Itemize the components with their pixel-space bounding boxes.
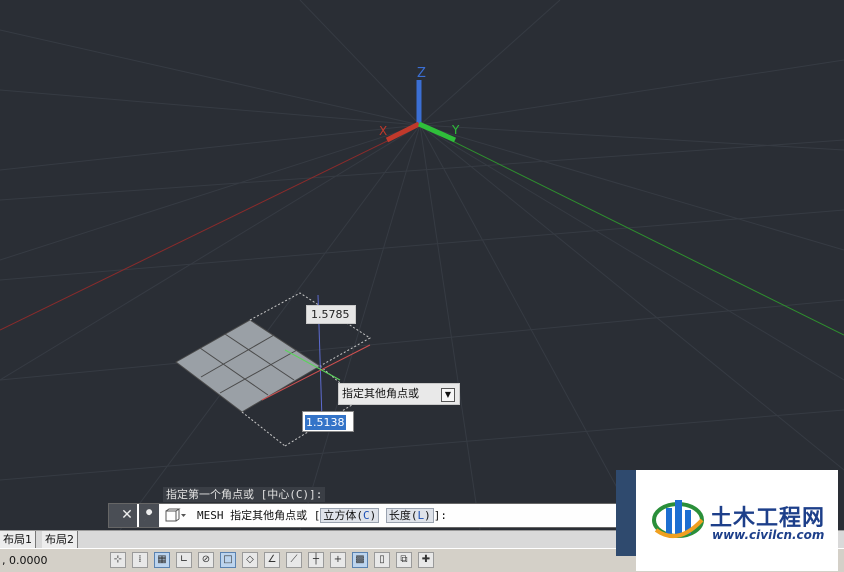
selection-cycling-icon[interactable]: ⧉: [396, 552, 412, 568]
transparency-icon[interactable]: ▩: [352, 552, 368, 568]
coordinate-readout: , 0.0000: [2, 554, 48, 567]
ucs-x-label: X: [379, 124, 387, 138]
tab-layout1[interactable]: 布局1: [0, 531, 36, 548]
ucs-y-label: Y: [451, 123, 460, 137]
close-icon[interactable]: ✕: [117, 504, 137, 527]
lineweight-icon[interactable]: +: [330, 552, 346, 568]
model-space-canvas[interactable]: Z X Y: [0, 0, 844, 530]
ortho-mode-icon[interactable]: ∟: [176, 552, 192, 568]
watermark-edge: [616, 470, 636, 556]
ucs-icon: Z X Y: [379, 66, 460, 143]
polar-tracking-icon[interactable]: ⊘: [198, 552, 214, 568]
dynamic-dimension-length: 1.5785: [306, 305, 356, 324]
chevron-down-icon[interactable]: ▼: [441, 388, 455, 402]
annotation-monitor-icon[interactable]: ✚: [418, 552, 434, 568]
quick-properties-icon[interactable]: ▯: [374, 552, 390, 568]
infer-constraints-icon[interactable]: ⊹: [110, 552, 126, 568]
option-length[interactable]: 长度(L): [385, 508, 434, 523]
snap-mode-icon[interactable]: ⁞: [132, 552, 148, 568]
dynamic-dimension-width-input[interactable]: 1.5138: [302, 411, 354, 432]
command-history-line: 指定第一个角点或 [中心(C)]:: [163, 487, 326, 502]
y-axis-line: [419, 124, 844, 336]
dynamic-ucs-icon[interactable]: ⟋: [286, 552, 302, 568]
3d-object-snap-icon[interactable]: ◇: [242, 552, 258, 568]
bracket-close: ]:: [433, 509, 447, 522]
command-prompt-text: 指定其他角点或: [230, 509, 308, 522]
grid-display-icon[interactable]: ▦: [154, 552, 170, 568]
option-cube[interactable]: 立方体(C): [320, 508, 380, 523]
mesh-box-command-icon[interactable]: [165, 508, 187, 523]
object-snap-icon[interactable]: □: [220, 552, 236, 568]
tooltip-prompt-text: 指定其他角点或: [342, 387, 419, 400]
civilcn-logo-icon: [652, 500, 704, 539]
x-axis-line: [0, 124, 421, 331]
width-input-value[interactable]: 1.5138: [305, 415, 346, 430]
command-line[interactable]: ✕ MESH 指定其他角点或 [立方体(C) 长度(L)]:: [108, 503, 618, 528]
drag-handle-icon[interactable]: [109, 504, 117, 527]
command-name: MESH: [197, 509, 224, 522]
tab-layout2[interactable]: 布局2: [42, 531, 78, 548]
command-prompt[interactable]: MESH 指定其他角点或 [立方体(C) 长度(L)]:: [197, 504, 447, 527]
watermark-url: www.civilcn.com: [712, 528, 825, 542]
wrench-icon[interactable]: [139, 504, 159, 527]
dynamic-input-tooltip: 指定其他角点或 ▼: [338, 383, 460, 405]
ucs-z-label: Z: [417, 66, 426, 81]
object-snap-tracking-icon[interactable]: ∠: [264, 552, 280, 568]
drawing-viewport[interactable]: Z X Y 1.5785 指定其他角点或 ▼ 1.5138 指定第一个角点或 […: [0, 0, 844, 530]
dynamic-input-icon[interactable]: ┼: [308, 552, 324, 568]
